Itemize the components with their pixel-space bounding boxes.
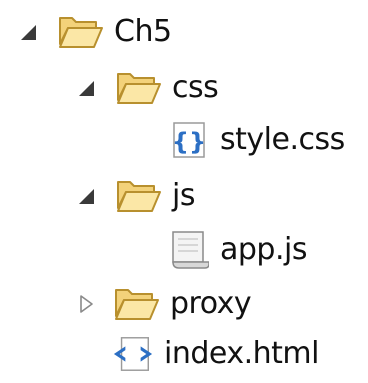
collapsed-arrow-icon[interactable] [72,290,100,318]
expanded-arrow-icon[interactable] [72,74,100,102]
folder-open-icon [116,175,162,217]
expanded-arrow-icon[interactable] [14,18,42,46]
tree-item-label: proxy [170,286,252,321]
tree-item-proxy[interactable]: proxy [72,276,252,332]
tree-item-label: Ch5 [114,14,172,49]
tree-item-label: style.css [220,122,345,157]
html-file-icon [112,331,154,377]
script-file-icon [168,227,210,273]
tree-item-label: app.js [220,232,307,267]
expanded-arrow-icon[interactable] [72,182,100,210]
tree-item-label: index.html [164,336,319,371]
tree-item-index-html[interactable]: index.html [112,326,319,382]
tree-item-ch5[interactable]: Ch5 [14,4,172,60]
tree-item-label: js [172,178,195,213]
tree-item-css[interactable]: css [72,60,219,116]
css-file-icon: {} [168,117,210,163]
folder-open-icon [116,67,162,109]
project-explorer-tree: Ch5 css {} style.css js app.js proxy ind… [0,0,368,383]
tree-item-js[interactable]: js [72,168,195,224]
folder-open-icon [114,283,160,325]
tree-item-app-js[interactable]: app.js [168,222,307,278]
svg-text:{}: {} [172,128,206,156]
tree-item-label: css [172,70,219,105]
folder-open-icon [58,11,104,53]
tree-item-style-css[interactable]: {} style.css [168,112,345,168]
